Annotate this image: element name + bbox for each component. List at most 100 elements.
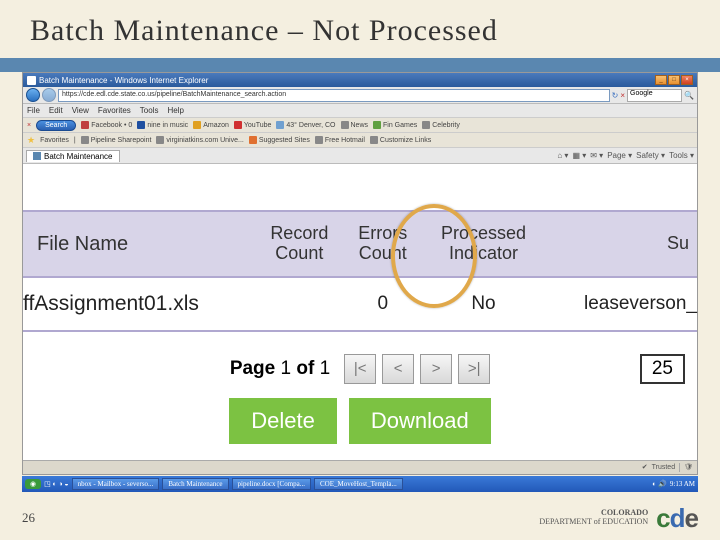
fav-virgin[interactable]: virginiatkins.com Unive... [166,137,243,144]
window-title-bar: Batch Maintenance - Windows Internet Exp… [23,73,697,87]
link-facebook[interactable]: Facebook [91,122,122,129]
menu-view[interactable]: View [72,106,89,115]
quick-launch[interactable]: ◳ ◐ ◑ ◒ [44,480,69,488]
slide-page-number: 26 [22,510,35,526]
fav-hotmail[interactable]: Free Hotmail [325,137,365,144]
task-browser[interactable]: Batch Maintenance [162,478,228,490]
search-icon[interactable]: 🔍 [684,91,694,100]
cell-record-count [255,277,344,331]
tray-icons[interactable]: ◐ 🔊 [652,480,667,488]
cell-errors-count: 0 [344,277,422,331]
link-icon [193,121,201,129]
favorites-label: Favorites [40,137,69,144]
pagination: Page 1 of 1 |< < > >| 25 [23,332,697,392]
fav-icon [315,136,323,144]
menu-bar: File Edit View Favorites Tools Help [23,104,697,118]
toolbar-search-button[interactable]: Search [36,120,76,131]
fav-customize[interactable]: Customize Links [380,137,431,144]
favorites-star-icon[interactable]: ★ [27,135,35,146]
link-icon [341,121,349,129]
fav-sharepoint[interactable]: Pipeline Sharepoint [91,137,152,144]
tab-strip: Batch Maintenance ⌂ ▾ ▦ ▾ ✉ ▾ Page ▾ Saf… [23,148,697,164]
menu-edit[interactable]: Edit [49,106,63,115]
window-title-text: Batch Maintenance - Windows Internet Exp… [39,76,208,85]
link-icon [234,121,242,129]
table-row[interactable]: ffAssignment01.xls 0 No leaseverson_ [23,277,697,331]
link-music[interactable]: nine in music [147,122,188,129]
slide-title: Batch Maintenance – Not Processed [0,0,720,58]
brand-block: COLORADO DEPARTMENT of EDUCATION cde [539,503,698,534]
tool-safety[interactable]: Safety ▾ [636,151,665,160]
menu-favorites[interactable]: Favorites [98,106,131,115]
page-content: File Name RecordCount ErrorsCount Proces… [23,164,697,460]
link-celebrity[interactable]: Celebrity [432,122,460,129]
protected-mode-icon: 🛡 [684,463,693,471]
pager-last-button[interactable]: >| [458,354,490,384]
task-word[interactable]: pipeline.docx [Compa... [232,478,311,490]
forward-button[interactable] [42,88,56,102]
col-file-name[interactable]: File Name [23,212,255,277]
address-input[interactable]: https://cde.edl.cde.state.co.us/pipeline… [58,89,610,102]
link-games[interactable]: Fin Games [383,122,417,129]
fav-icon [249,136,257,144]
page-size-select[interactable]: 25 [640,354,685,384]
start-button[interactable]: ◉ [25,479,41,489]
link-amazon[interactable]: Amazon [203,122,229,129]
status-bar: ✔ Trusted 🛡 [23,460,697,474]
feeds-icon[interactable]: ▦ ▾ [572,151,586,160]
windows-taskbar: ◉ ◳ ◐ ◑ ◒ nbox - Mailbox - severso... Ba… [22,476,698,492]
pager-prev-button[interactable]: < [382,354,414,384]
refresh-icon[interactable]: ↻ [612,91,619,100]
batch-table: File Name RecordCount ErrorsCount Proces… [23,212,697,332]
clock: 9:13 AM [670,480,695,488]
tool-page[interactable]: Page ▾ [607,151,632,160]
pager-first-button[interactable]: |< [344,354,376,384]
tab-favicon [33,152,41,160]
stop-icon[interactable]: × [620,91,625,100]
menu-tools[interactable]: Tools [140,106,159,115]
cell-processed-indicator: No [422,277,546,331]
cde-logo: cde [656,503,698,534]
link-youtube[interactable]: YouTube [244,122,272,129]
link-news[interactable]: News [351,122,369,129]
col-errors-count[interactable]: ErrorsCount [344,212,422,277]
fav-suggested[interactable]: Suggested Sites [259,137,310,144]
fav-icon [81,136,89,144]
maximize-button[interactable]: □ [668,75,680,85]
mail-icon[interactable]: ✉ ▾ [590,151,603,160]
menu-help[interactable]: Help [167,106,183,115]
links-toolbar: × Search Facebook • 0 nine in music Amaz… [23,118,697,133]
download-button[interactable]: Download [349,398,491,444]
minimize-button[interactable]: _ [655,75,667,85]
tool-tools[interactable]: Tools ▾ [669,151,694,160]
cell-file-name: ffAssignment01.xls [23,277,255,331]
link-icon [137,121,145,129]
zone-icon: ✔ [642,463,648,471]
favorites-toolbar: ★ Favorites | Pipeline Sharepoint virgin… [23,133,697,148]
task-outlook[interactable]: nbox - Mailbox - severso... [72,478,160,490]
delete-button[interactable]: Delete [229,398,337,444]
weather-icon [276,121,284,129]
system-tray[interactable]: ◐ 🔊 9:13 AM [652,480,695,488]
col-record-count[interactable]: RecordCount [255,212,344,277]
home-icon[interactable]: ⌂ ▾ [557,151,568,160]
fav-icon [156,136,164,144]
address-bar-row: https://cde.edl.cde.state.co.us/pipeline… [23,87,697,104]
link-icon [81,121,89,129]
close-button[interactable]: × [681,75,693,85]
link-icon [422,121,430,129]
back-button[interactable] [26,88,40,102]
col-processed-indicator[interactable]: ProcessedIndicator [422,212,546,277]
pager-next-button[interactable]: > [420,354,452,384]
tab-label: Batch Maintenance [44,152,113,161]
fav-icon [370,136,378,144]
link-weather[interactable]: 43° Denver, CO [286,122,335,129]
menu-file[interactable]: File [27,106,40,115]
search-provider-box[interactable]: Google [627,89,682,102]
task-excel[interactable]: COE_MoveHost_Templa... [314,478,403,490]
browser-window: Batch Maintenance - Windows Internet Exp… [22,72,698,475]
tab-batch-maintenance[interactable]: Batch Maintenance [26,150,120,162]
action-buttons: Delete Download [23,392,697,460]
accent-bar [0,58,720,72]
col-submitter[interactable]: Su [545,212,697,277]
